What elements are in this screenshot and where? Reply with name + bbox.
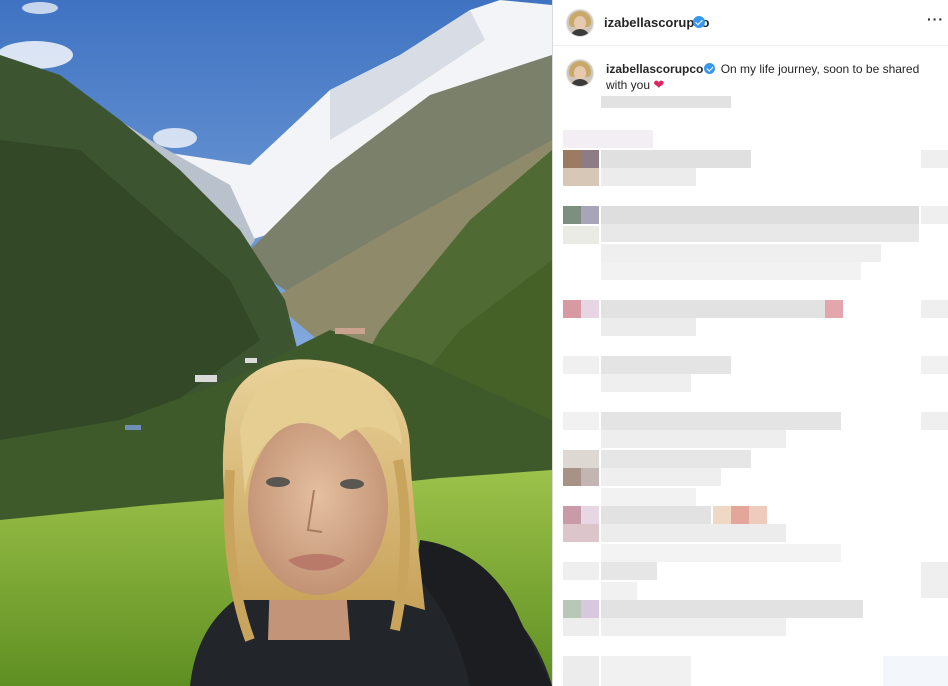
post-caption: izabellascorupco On my life journey, soo… [606, 61, 926, 93]
post-header: izabellascorupco ··· [553, 0, 948, 46]
profile-avatar[interactable] [566, 9, 594, 37]
caption-username[interactable]: izabellascorupco [606, 62, 703, 76]
red-heart-emoji-icon: ❤ [653, 77, 665, 92]
more-options-icon[interactable]: ··· [927, 11, 944, 27]
verified-badge-icon [693, 16, 705, 28]
post-photo[interactable] [0, 0, 552, 686]
mountain-selfie-image [0, 0, 552, 686]
verified-badge-icon [704, 63, 716, 74]
caption-avatar[interactable] [566, 59, 594, 87]
post-sidebar: izabellascorupco ··· izabellascorupco On… [553, 0, 948, 686]
